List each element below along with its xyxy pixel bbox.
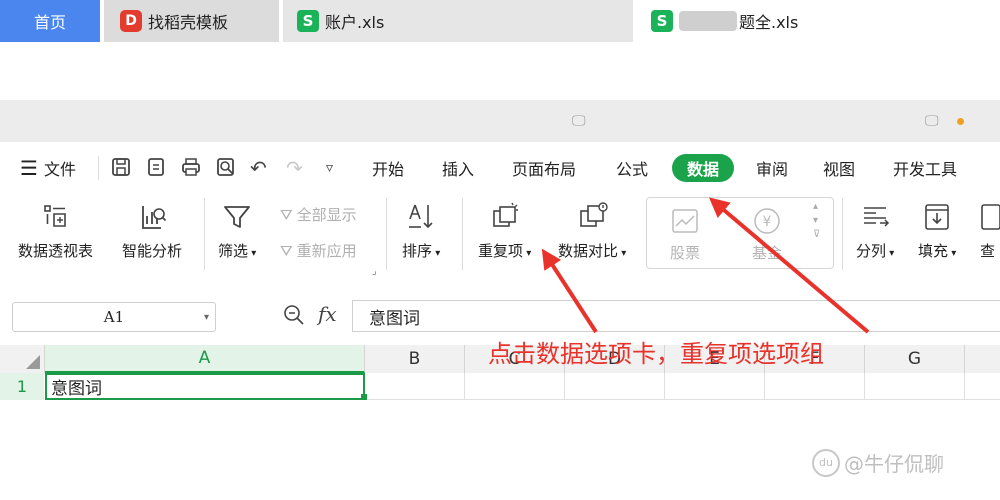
annotation-arrows xyxy=(541,197,870,334)
baidu-logo-icon: du xyxy=(812,448,840,477)
annotation-text: 点击数据选项卡，重复项选项组 xyxy=(488,340,824,368)
arrow-to-duplicates xyxy=(541,248,598,334)
watermark: du @牛仔侃聊 xyxy=(812,448,944,477)
arrow-to-data-tab xyxy=(708,197,870,334)
